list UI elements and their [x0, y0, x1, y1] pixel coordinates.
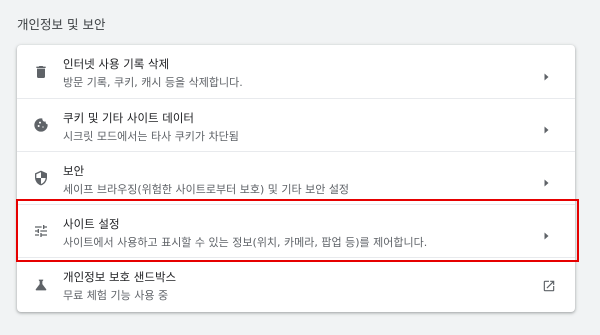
tune-sliders-icon — [33, 223, 49, 239]
row-label: 사이트 설정 — [63, 217, 120, 231]
row-clear-browsing-data[interactable]: 인터넷 사용 기록 삭제 방문 기록, 쿠키, 캐시 등을 삭제합니다. — [17, 45, 575, 98]
row-label: 보안 — [63, 164, 85, 178]
row-label: 쿠키 및 기타 사이트 데이터 — [63, 111, 195, 125]
row-label: 인터넷 사용 기록 삭제 — [63, 57, 170, 71]
shield-icon — [33, 170, 49, 186]
privacy-security-card: 인터넷 사용 기록 삭제 방문 기록, 쿠키, 캐시 등을 삭제합니다. 쿠키 … — [17, 45, 575, 312]
trash-icon — [33, 64, 49, 80]
chevron-right-icon — [541, 173, 551, 187]
open-external-icon[interactable] — [542, 278, 556, 292]
row-security[interactable]: 보안 세이프 브라우징(위험한 사이트로부터 보호) 및 기타 보안 설정 — [17, 151, 575, 204]
row-label: 개인정보 보호 샌드박스 — [63, 270, 177, 284]
row-description: 세이프 브라우징(위험한 사이트로부터 보호) 및 기타 보안 설정 — [63, 183, 350, 196]
flask-icon — [33, 277, 49, 293]
row-description: 시크릿 모드에서는 타사 쿠키가 차단됨 — [63, 130, 239, 143]
row-site-settings[interactable]: 사이트 설정 사이트에서 사용하고 표시할 수 있는 정보(위치, 카메라, 팝… — [17, 204, 575, 257]
chevron-right-icon — [541, 226, 551, 240]
section-title: 개인정보 및 보안 — [17, 17, 106, 32]
cookie-icon — [33, 117, 49, 133]
chevron-right-icon — [541, 120, 551, 134]
row-cookies-site-data[interactable]: 쿠키 및 기타 사이트 데이터 시크릿 모드에서는 타사 쿠키가 차단됨 — [17, 98, 575, 151]
row-description: 사이트에서 사용하고 표시할 수 있는 정보(위치, 카메라, 팝업 등)를 제… — [63, 236, 428, 249]
row-description: 무료 체험 기능 사용 중 — [63, 289, 169, 302]
chevron-right-icon — [541, 67, 551, 80]
row-privacy-sandbox[interactable]: 개인정보 보호 샌드박스 무료 체험 기능 사용 중 — [17, 257, 575, 312]
row-description: 방문 기록, 쿠키, 캐시 등을 삭제합니다. — [63, 76, 243, 89]
